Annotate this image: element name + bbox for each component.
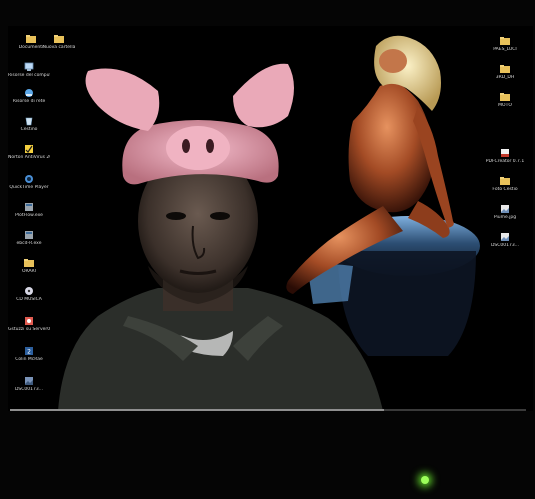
desktop-icon[interactable]: PDFCreator 0.7.1	[484, 148, 526, 164]
pdf-icon	[501, 149, 509, 157]
desktop-icon-label: Nuova cartella	[42, 45, 76, 50]
desktop-icon[interactable]: Piume.jpg	[484, 204, 526, 220]
desktop-icon-label: Risorse di rete	[12, 99, 46, 104]
desktop-icon[interactable]: Cestino	[8, 116, 50, 132]
desktop-icon[interactable]: CD MUSICA	[8, 286, 50, 302]
desktop-icon[interactable]: Foto Cestio	[484, 176, 526, 192]
norton-icon	[25, 145, 33, 153]
folder-icon	[500, 177, 510, 185]
desktop-icon-label: Norton AntiVirus 2004	[8, 155, 50, 160]
desktop-icon-label: Cestino	[20, 127, 38, 132]
pig-nostril-left	[182, 139, 190, 153]
monitor-bezel-edge	[10, 409, 384, 411]
game-icon: 2	[25, 347, 33, 356]
desktop-icon-label: DSC00173...	[14, 387, 44, 392]
desktop-icon[interactable]: Risorse del computer	[8, 62, 50, 78]
desktop-icon[interactable]: DSC00173...	[484, 232, 526, 248]
svg-text:2: 2	[27, 349, 31, 356]
desktop-icon-label: PDFCreator 0.7.1	[485, 159, 525, 164]
folder-icon	[54, 35, 64, 43]
desktop-icon-label: Piume.jpg	[493, 215, 517, 220]
desktop-icon-label: QuickTime Player	[9, 185, 49, 190]
image-file-icon	[25, 377, 33, 385]
monitor-bezel-edge-dim	[384, 409, 526, 411]
power-led-icon	[421, 476, 429, 484]
my-computer-icon	[24, 62, 34, 71]
desktop-icon[interactable]: PAES_LUCI	[484, 36, 526, 52]
photo-of-monitor: Documenti Nuova cartella Risorse del com…	[0, 0, 535, 499]
left-eye	[166, 212, 186, 220]
desktop-icon[interactable]: Risorse di rete	[8, 88, 50, 104]
desktop-icon-label: MOTO	[498, 103, 512, 108]
recycle-bin-icon	[25, 117, 33, 126]
pig-snout	[166, 126, 230, 170]
folder-icon	[500, 65, 510, 73]
desktop-icon[interactable]: ebcd-R.exe	[8, 230, 50, 246]
desktop-icon-label: ebcd-R.exe	[16, 241, 42, 246]
desktop-icon-label: DSC00173...	[490, 243, 520, 248]
desktop-icon-label: PAES_LUCI	[493, 47, 517, 52]
desktop-icon[interactable]: Nuova cartella	[38, 34, 80, 50]
desktop-icon-label: Foto Cestio	[492, 187, 518, 192]
desktop-icon-label: Risorse del computer	[8, 73, 50, 78]
network-places-icon	[25, 89, 33, 97]
app-icon	[25, 231, 33, 239]
desktop-icon-label: ORARI	[21, 269, 37, 274]
pig-nostril-right	[206, 139, 214, 153]
desktop-icon-label: CD MUSICA	[16, 297, 42, 302]
monitor-screen: Documenti Nuova cartella Risorse del com…	[8, 26, 533, 411]
folder-icon	[26, 35, 36, 43]
folder-icon	[500, 37, 510, 45]
folder-icon	[500, 93, 510, 101]
desktop-icon[interactable]: PlotFlow.exe	[8, 202, 50, 218]
desktop-icon[interactable]: MOTO	[484, 92, 526, 108]
desktop-icon-label: PlotFlow.exe	[15, 213, 43, 218]
shortcut-icon	[25, 317, 33, 325]
desktop-icon[interactable]: Gstuzzi su Server01	[8, 316, 50, 332]
person-reflection	[58, 63, 383, 411]
image-file-icon	[501, 205, 509, 213]
desktop-icon[interactable]: 3RD_DH	[484, 64, 526, 80]
cd-icon	[25, 287, 33, 295]
desktop-icon[interactable]: DSC00173...	[8, 376, 50, 392]
quicktime-icon	[25, 175, 33, 183]
right-eye	[210, 212, 230, 220]
desktop-icon[interactable]: QuickTime Player	[8, 174, 50, 190]
desktop-icon[interactable]: 2 Colin McRae	[8, 346, 50, 362]
desktop-icon-label: Gstuzzi su Server01	[8, 327, 50, 332]
app-icon	[25, 203, 33, 211]
folder-icon	[24, 259, 34, 267]
desktop-icon-label: 3RD_DH	[495, 75, 515, 80]
desktop-icon[interactable]: Norton AntiVirus 2004	[8, 144, 50, 160]
desktop-icon[interactable]: ORARI	[8, 258, 50, 274]
desktop-icon-label: Colin McRae	[15, 357, 43, 362]
pig-ear-left	[85, 68, 160, 131]
image-file-icon	[501, 233, 509, 241]
pig-ear-right	[233, 63, 294, 128]
